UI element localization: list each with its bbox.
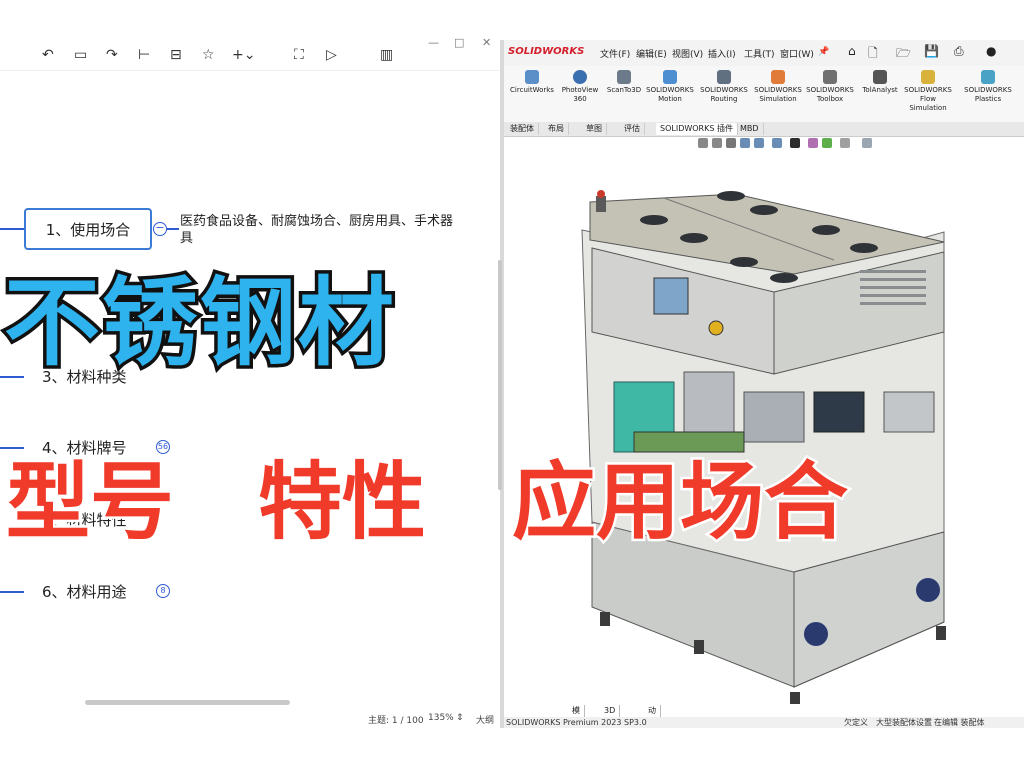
previous-view-icon[interactable] [726, 138, 736, 148]
appearance-icon[interactable] [822, 138, 832, 148]
new-file-icon[interactable]: 🗋 [868, 44, 878, 65]
version-text: SOLIDWORKS Premium 2023 SP3.0 [506, 718, 647, 727]
save-icon[interactable]: 💾 [924, 44, 939, 58]
maximize-icon[interactable]: □ [454, 36, 464, 49]
cmd-simulation[interactable]: SOLIDWORKS Simulation [752, 70, 804, 104]
section-view-icon[interactable] [740, 138, 750, 148]
summary-icon[interactable]: ⊟ [170, 46, 182, 64]
status-editing-assembly: 在编辑 装配体 [934, 718, 985, 727]
status-editing: 大型装配体设置 [876, 718, 932, 727]
topic-node-usage[interactable]: 1、使用场合 [24, 208, 152, 250]
bottom-margin [0, 728, 1024, 768]
home-icon[interactable]: ⌂ [848, 44, 856, 58]
solidworks-logo: SOLIDWORKS [508, 46, 585, 57]
collapse-toggle[interactable]: − [153, 222, 167, 236]
subtitle-model: 型号 [3, 451, 176, 554]
outline-button[interactable]: 大纲 [476, 713, 494, 726]
topic-count: 主题: 1 / 100 [368, 716, 424, 726]
status-underdefined: 欠定义 [844, 718, 868, 727]
leaf-text: 医药食品设备、耐腐蚀场合、厨房用具、手术器具 [180, 214, 454, 246]
solidworks-statusbar: SOLIDWORKS Premium 2023 SP3.0 欠定义 大型装配体设… [504, 717, 1024, 728]
tab-layout[interactable]: 布局 [544, 123, 569, 135]
traffic-light-icon[interactable]: ● [986, 44, 996, 58]
close-icon[interactable]: ✕ [482, 36, 491, 49]
cmd-toolbox[interactable]: SOLIDWORKS Toolbox [804, 70, 856, 104]
subtitle-applications: 应用场合 [509, 451, 850, 554]
connector-4 [0, 447, 24, 449]
zoom-level[interactable]: 135% [428, 713, 454, 723]
count-badge[interactable]: 8 [156, 584, 170, 598]
menu-file[interactable]: 文件(F) [600, 47, 630, 60]
headline-overlay: 不锈钢材 [1, 265, 398, 382]
mindmap-pane: ↶ ▭ ↷ ⊢ ⊟ ☆ +⌄ ⛶ ▷ ▥ — □ ✕ 1、使用场合 − 医药食品… [0, 36, 500, 728]
mindmap-toolbar: ↶ ▭ ↷ ⊢ ⊟ ☆ +⌄ ⛶ ▷ ▥ — □ ✕ [0, 36, 500, 71]
connector-leaf [167, 228, 179, 230]
tab-addins[interactable]: SOLIDWORKS 插件 [656, 123, 738, 135]
open-file-icon[interactable]: 🗁 [896, 44, 911, 65]
view-settings-icon[interactable] [862, 138, 872, 148]
cmd-flow-simulation[interactable]: SOLIDWORKS Flow Simulation [902, 70, 954, 113]
topic-label: 1、使用场合 [45, 220, 131, 239]
menu-view[interactable]: 视图(V) [672, 47, 703, 60]
pin-icon[interactable]: 📌 [818, 47, 829, 57]
layout-icon[interactable]: ▥ [380, 46, 393, 64]
menu-bar: SOLIDWORKS 文件(F) 编辑(E) 视图(V) 插入(I) 工具(T)… [504, 40, 1024, 67]
toolbox-icon [823, 70, 837, 84]
solidworks-window: SOLIDWORKS 文件(F) 编辑(E) 视图(V) 插入(I) 工具(T)… [504, 40, 1024, 741]
command-manager: CircuitWorks PhotoView 360 ScanTo3D SOLI… [504, 66, 1024, 123]
tab-mbd[interactable]: MBD [736, 123, 764, 135]
tab-evaluate[interactable]: 评估 [620, 123, 645, 135]
scene-icon[interactable] [840, 138, 850, 148]
connector-6 [0, 591, 24, 593]
tolanalyst-icon [873, 70, 887, 84]
display-style-icon[interactable] [790, 138, 800, 148]
redo-icon[interactable]: ↷ [106, 46, 118, 64]
menu-window[interactable]: 窗口(W) [780, 47, 814, 60]
undo-icon[interactable]: ↶ [42, 46, 54, 64]
minimize-icon[interactable]: — [428, 36, 439, 49]
horizontal-scrollbar[interactable] [85, 700, 290, 705]
sibling-node-icon[interactable]: ⊢ [138, 46, 150, 64]
cmd-scanto3d[interactable]: ScanTo3D [598, 70, 650, 95]
tab-assembly[interactable]: 装配体 [506, 123, 539, 135]
print-icon[interactable]: ⎙ [954, 44, 964, 59]
connector-1 [0, 228, 24, 230]
zoom-stepper-icon[interactable]: ⇕ [456, 713, 464, 723]
add-icon[interactable]: +⌄ [232, 46, 255, 64]
simulation-icon [771, 70, 785, 84]
hide-show-items-icon[interactable] [808, 138, 818, 148]
star-icon[interactable]: ☆ [202, 46, 215, 64]
tab-sketch[interactable]: 草图 [582, 123, 607, 135]
mindmap-statusbar: 主题: 1 / 100 135% ⇕ 大纲 [0, 710, 500, 728]
topic-node-uses[interactable]: 6、材料用途 [42, 581, 127, 602]
plastics-icon [981, 70, 995, 84]
graphics-area[interactable] [504, 152, 1024, 704]
menu-insert[interactable]: 插入(I) [708, 47, 736, 60]
insert-node-icon[interactable]: ▭ [74, 46, 87, 64]
view-orientation-icon[interactable] [772, 138, 782, 148]
scanto3d-icon [617, 70, 631, 84]
present-icon[interactable]: ▷ [326, 46, 337, 64]
menu-tools[interactable]: 工具(T) [744, 47, 775, 60]
dynamic-annotation-icon[interactable] [754, 138, 764, 148]
heads-up-view-toolbar [694, 138, 934, 152]
zoom-fit-icon[interactable] [698, 138, 708, 148]
circuitworks-icon [525, 70, 539, 84]
zoom-area-icon[interactable] [712, 138, 722, 148]
cmd-plastics[interactable]: SOLIDWORKS Plastics [962, 70, 1014, 104]
flow-simulation-icon [921, 70, 935, 84]
cmd-motion[interactable]: SOLIDWORKS Motion [644, 70, 696, 104]
cmd-circuitworks[interactable]: CircuitWorks [506, 70, 558, 95]
top-margin [0, 0, 1024, 40]
subtitle-properties: 特性 [255, 451, 428, 554]
cmd-routing[interactable]: SOLIDWORKS Routing [698, 70, 750, 104]
menu-edit[interactable]: 编辑(E) [636, 47, 667, 60]
machine-assembly-model[interactable] [504, 152, 1024, 704]
photoview-icon [573, 70, 587, 84]
routing-icon [717, 70, 731, 84]
frame-icon[interactable]: ⛶ [294, 46, 304, 64]
cmd-tolanalyst[interactable]: TolAnalyst [854, 70, 906, 95]
command-tabs: 装配体 布局 草图 评估 SOLIDWORKS 插件 MBD [504, 122, 1024, 137]
motion-icon [663, 70, 677, 84]
